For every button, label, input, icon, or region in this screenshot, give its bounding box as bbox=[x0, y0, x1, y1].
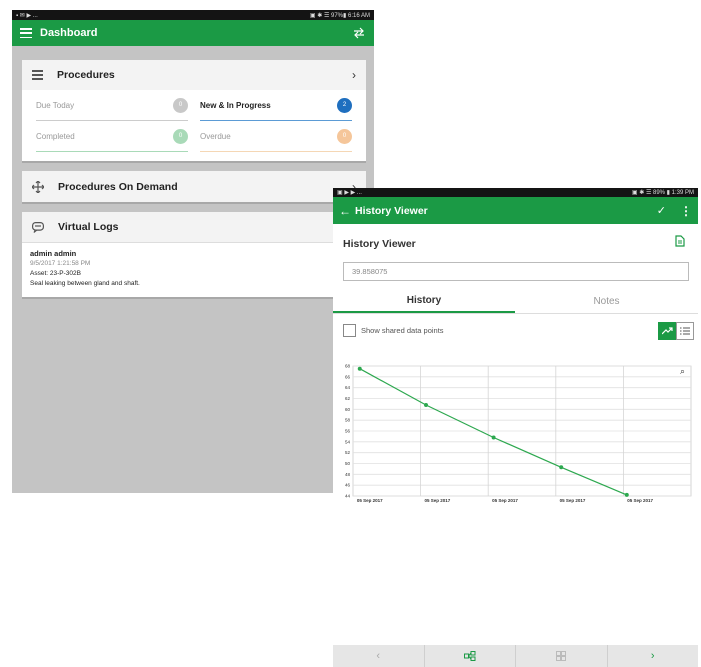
list-icon bbox=[32, 70, 43, 80]
tab-history[interactable]: History bbox=[333, 289, 515, 313]
history-viewer-screen: ▣ ▶ ▶ ... ▣ ✱ ☰ 89% ▮ 1:39 PM ← History … bbox=[333, 188, 698, 667]
x-tick-label: 05 Sep 2017 bbox=[357, 498, 383, 503]
back-arrow-icon[interactable]: ← bbox=[339, 204, 351, 218]
x-tick-label: 05 Sep 2017 bbox=[424, 498, 450, 503]
virtual-logs-header[interactable]: Virtual Logs bbox=[22, 212, 366, 243]
status-tile[interactable]: Completed 0 bbox=[36, 121, 188, 152]
app-bar: ← History Viewer ✓ ⋮ bbox=[333, 197, 698, 224]
y-tick-label: 56 bbox=[345, 429, 351, 434]
procedures-on-demand-card[interactable]: Procedures On Demand › bbox=[22, 171, 366, 204]
log-time: 9/5/2017 1:21:58 PM bbox=[30, 260, 91, 267]
move-icon bbox=[32, 180, 44, 193]
app-bar-title: Dashboard bbox=[40, 27, 98, 39]
procedures-card: Procedures › Due Today 0 New & In Progress… bbox=[22, 60, 366, 163]
data-point[interactable] bbox=[624, 492, 629, 497]
y-tick-label: 58 bbox=[345, 418, 351, 423]
status-tile-label: Completed bbox=[36, 131, 75, 141]
status-left: ▣ ▶ ▶ ... bbox=[337, 190, 362, 196]
hierarchy-button[interactable] bbox=[425, 645, 516, 667]
chevron-right-icon: › bbox=[352, 68, 356, 82]
y-tick-label: 68 bbox=[345, 364, 351, 369]
document-icon[interactable] bbox=[675, 235, 685, 247]
y-tick-label: 52 bbox=[345, 450, 351, 455]
status-tile-label: Due Today bbox=[36, 100, 75, 110]
count-badge: 2 bbox=[337, 97, 352, 113]
y-tick-label: 60 bbox=[345, 407, 351, 412]
status-tile[interactable]: New & In Progress 2 bbox=[200, 90, 352, 121]
list-view-button[interactable] bbox=[676, 322, 694, 340]
on-demand-title: Procedures On Demand bbox=[58, 180, 178, 193]
tab-notes[interactable]: Notes bbox=[515, 289, 698, 313]
log-asset: Asset: 23-P-302B bbox=[30, 270, 81, 277]
virtual-logs-card: Virtual Logs admin admin 9/5/2017 1:21:5… bbox=[22, 212, 366, 299]
y-tick-label: 54 bbox=[345, 439, 351, 444]
count-badge: 0 bbox=[173, 97, 188, 113]
status-tile-label: New & In Progress bbox=[200, 100, 271, 110]
virtual-logs-title: Virtual Logs bbox=[58, 221, 119, 233]
history-line-chart: 44 46 48 50 52 54 56 58 60 62 64 66 68 05 Sep 2017 05 … bbox=[345, 364, 692, 503]
menu-icon[interactable] bbox=[20, 28, 32, 38]
y-tick-label: 48 bbox=[345, 472, 351, 477]
grid-icon bbox=[556, 651, 567, 661]
data-point[interactable] bbox=[559, 465, 564, 470]
data-point[interactable] bbox=[424, 403, 429, 407]
status-right: ▣ ✱ ☰ 97%▮ 6:16 AM bbox=[309, 12, 370, 19]
x-tick-label: 05 Sep 2017 bbox=[627, 498, 653, 503]
data-point[interactable] bbox=[357, 366, 362, 371]
more-vert-icon[interactable]: ⋮ bbox=[680, 204, 692, 218]
log-note: Seal leaking between gland and shaft. bbox=[30, 280, 140, 287]
y-tick-label: 66 bbox=[345, 374, 351, 379]
y-tick-label: 46 bbox=[345, 483, 351, 488]
chat-icon bbox=[32, 221, 44, 233]
status-bar: ▪ ✉ ▶ ... ▣ ✱ ☰ 97%▮ 6:16 AM bbox=[12, 10, 374, 20]
show-shared-checkbox[interactable] bbox=[343, 324, 356, 337]
y-tick-label: 64 bbox=[345, 385, 351, 390]
y-tick-label: 62 bbox=[345, 396, 351, 401]
count-badge: 0 bbox=[173, 128, 188, 144]
status-right: ▣ ✱ ☰ 89% ▮ 1:39 PM bbox=[631, 190, 694, 196]
hierarchy-icon bbox=[463, 651, 476, 661]
grid-button[interactable] bbox=[516, 645, 608, 667]
previous-button[interactable]: ‹ bbox=[333, 645, 425, 667]
status-bar: ▣ ▶ ▶ ... ▣ ✱ ☰ 89% ▮ 1:39 PM bbox=[333, 188, 698, 197]
y-tick-label: 44 bbox=[345, 494, 351, 499]
status-tile-label: Overdue bbox=[200, 131, 231, 141]
bottom-nav: ‹ › bbox=[333, 645, 698, 667]
log-user: admin admin bbox=[30, 249, 77, 258]
data-point[interactable] bbox=[491, 435, 496, 440]
chart-view-button[interactable] bbox=[658, 322, 676, 340]
log-entry[interactable]: admin admin 9/5/2017 1:21:58 PM Asset: 2… bbox=[22, 243, 366, 295]
tab-bar: History Notes bbox=[333, 289, 698, 314]
check-icon[interactable]: ✓ bbox=[657, 204, 666, 217]
x-tick-label: 05 Sep 2017 bbox=[560, 498, 586, 503]
next-button[interactable]: › bbox=[608, 645, 699, 667]
trending-icon bbox=[661, 327, 673, 335]
value-field[interactable]: 39.858075 bbox=[343, 262, 689, 281]
sync-icon[interactable] bbox=[352, 27, 366, 39]
on-demand-header[interactable]: Procedures On Demand › bbox=[22, 171, 366, 202]
procedure-status-tiles: Due Today 0 New & In Progress 2 Completed 0 Ov… bbox=[22, 90, 366, 152]
app-bar-title: History Viewer bbox=[355, 204, 428, 217]
app-bar: Dashboard bbox=[12, 20, 374, 46]
view-toggle bbox=[658, 322, 694, 340]
y-tick-label: 50 bbox=[345, 461, 351, 466]
procedures-title: Procedures bbox=[57, 69, 115, 81]
show-shared-label: Show shared data points bbox=[361, 326, 444, 335]
procedures-header[interactable]: Procedures › bbox=[22, 60, 366, 90]
x-tick-label: 05 Sep 2017 bbox=[492, 498, 518, 503]
list-icon bbox=[680, 327, 690, 335]
status-tile[interactable]: Overdue 0 bbox=[200, 121, 352, 152]
status-tile[interactable]: Due Today 0 bbox=[36, 90, 188, 121]
zoom-icon[interactable]: ⌕ bbox=[680, 366, 685, 377]
dashboard-screen: ▪ ✉ ▶ ... ▣ ✱ ☰ 97%▮ 6:16 AM Dashboard P… bbox=[12, 10, 374, 493]
count-badge: 0 bbox=[337, 128, 352, 144]
status-left: ▪ ✉ ▶ ... bbox=[16, 12, 38, 19]
page-title: History Viewer bbox=[343, 238, 416, 250]
show-shared-row: Show shared data points bbox=[343, 324, 444, 337]
